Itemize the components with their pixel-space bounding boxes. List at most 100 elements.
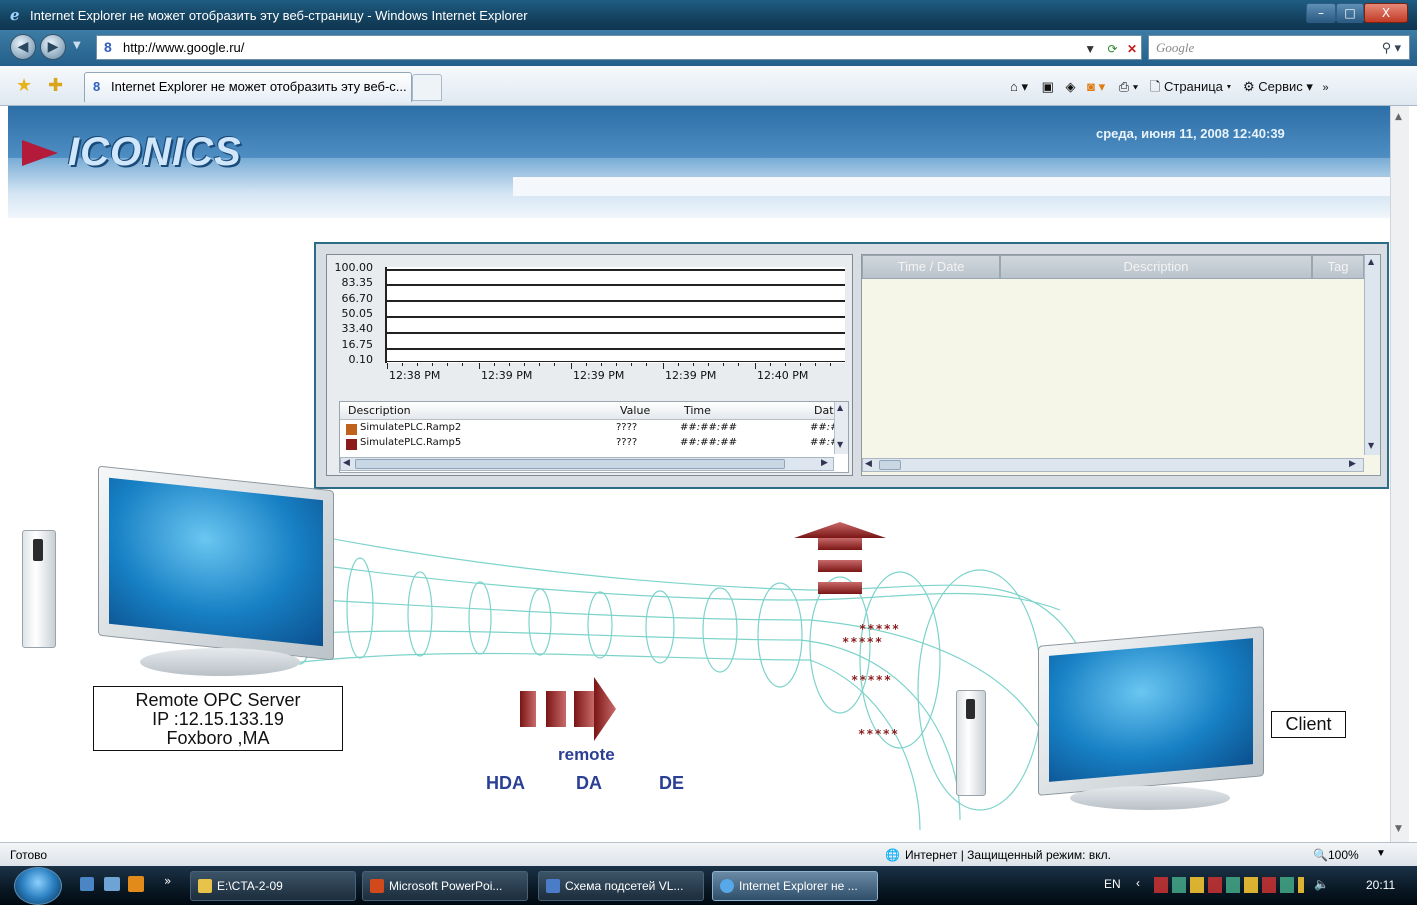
- protocol-da: DA: [576, 773, 602, 793]
- history-dropdown-icon[interactable]: ▼: [73, 40, 81, 51]
- document-icon: [546, 879, 560, 893]
- address-input[interactable]: 8 http://www.google.ru/ ▼ ⟳ ✕: [96, 35, 1142, 60]
- scroll-down-icon[interactable]: ▼: [1395, 824, 1402, 834]
- tray-icons[interactable]: [1154, 877, 1304, 893]
- page-scrollbar[interactable]: ▲ ▼: [1390, 106, 1409, 842]
- favorites-star-icon[interactable]: ★: [16, 75, 32, 96]
- address-dropdown-icon[interactable]: ▼: [1084, 42, 1096, 56]
- x-tick-mark: [447, 363, 448, 366]
- x-tick-mark: [830, 363, 831, 366]
- scroll-right-icon[interactable]: ▶: [1349, 459, 1356, 469]
- table-row[interactable]: SimulatePLC.Ramp5 ???? ##:##:## ##:##: [340, 436, 847, 451]
- search-icon[interactable]: ⚲ ▾: [1382, 36, 1401, 59]
- scroll-up-icon[interactable]: ▲: [837, 403, 843, 412]
- maximize-button[interactable]: □: [1336, 3, 1364, 23]
- x-tick-mark: [417, 363, 418, 366]
- language-indicator[interactable]: EN: [1104, 877, 1121, 891]
- scroll-right-icon[interactable]: ▶: [821, 458, 828, 468]
- alarm-vscrollbar[interactable]: ▲ ▼: [1364, 255, 1380, 455]
- scroll-down-icon[interactable]: ▼: [1368, 441, 1374, 450]
- col-alarm-description[interactable]: Description: [1000, 255, 1312, 279]
- refresh-icon[interactable]: ⟳: [1108, 42, 1118, 56]
- x-tick-label: 12:40 PM: [757, 369, 809, 382]
- scroll-up-icon[interactable]: ▲: [1395, 112, 1402, 122]
- power-button-icon: [966, 699, 975, 719]
- tab-label: Internet Explorer не может отобразить эт…: [111, 79, 407, 94]
- tray-expand-icon[interactable]: ‹: [1136, 876, 1140, 890]
- quicklaunch-more-icon[interactable]: »: [164, 874, 171, 888]
- start-button[interactable]: [14, 867, 62, 905]
- alarm-hscrollbar[interactable]: ◀ ▶: [862, 458, 1364, 472]
- y-tick-label: 83.35: [341, 276, 374, 290]
- google-favicon-icon: 8: [93, 79, 101, 94]
- pen-color-swatch: [346, 424, 357, 435]
- home-icon[interactable]: ⌂ ▾: [1010, 79, 1028, 94]
- folder-icon: [198, 879, 212, 893]
- x-tick-mark: [601, 363, 602, 366]
- data-marker: *****: [851, 673, 893, 687]
- page-menu[interactable]: Страница: [1164, 79, 1223, 94]
- trend-plot[interactable]: [385, 267, 845, 363]
- kaspersky-icon[interactable]: ▣: [1042, 79, 1054, 94]
- taskbar-button-folder[interactable]: E:\CTA-2-09: [190, 871, 356, 901]
- minimize-button[interactable]: –: [1306, 3, 1336, 23]
- feeds-icon[interactable]: ◙ ▾: [1087, 79, 1105, 94]
- ie-icon: [720, 879, 734, 893]
- volume-icon[interactable]: 🔈: [1314, 877, 1329, 891]
- scroll-left-icon[interactable]: ◀: [865, 459, 872, 469]
- zoom-level[interactable]: 100%: [1328, 848, 1359, 862]
- x-tick-mark: [646, 363, 647, 366]
- table-hscrollbar[interactable]: ◀ ▶: [340, 457, 834, 471]
- scroll-up-icon[interactable]: ▲: [1368, 257, 1374, 266]
- scroll-down-icon[interactable]: ▼: [837, 440, 843, 449]
- x-tick-mark: [800, 363, 801, 366]
- y-tick-label: 66.70: [341, 291, 374, 305]
- taskbar-button-ie[interactable]: Internet Explorer не ...: [712, 871, 878, 901]
- col-time-date[interactable]: Time / Date: [862, 255, 1000, 279]
- close-button[interactable]: X: [1364, 3, 1408, 23]
- data-marker: *****: [858, 727, 900, 741]
- google-favicon-icon: 8: [104, 39, 112, 55]
- scroll-thumb[interactable]: [355, 459, 785, 469]
- forward-button[interactable]: ▶: [40, 34, 66, 60]
- table-row[interactable]: SimulatePLC.Ramp2 ???? ##:##:## ##:##: [340, 421, 847, 436]
- taskbar-button-powerpoint[interactable]: Microsoft PowerPoi...: [362, 871, 528, 901]
- col-description[interactable]: Description: [348, 404, 411, 417]
- scroll-left-icon[interactable]: ◀: [343, 458, 350, 468]
- service-menu[interactable]: Сервис: [1258, 79, 1303, 94]
- x-tick-mark: [708, 363, 709, 366]
- col-value[interactable]: Value: [620, 404, 650, 417]
- tab-current[interactable]: 8 Internet Explorer не может отобразить …: [84, 72, 412, 102]
- iconics-logo: ICONICS: [68, 130, 242, 174]
- server-monitor-stand: [140, 648, 300, 676]
- data-marker: *****: [859, 622, 901, 636]
- protocol-hda: HDA: [486, 773, 525, 793]
- print-icon[interactable]: ⎙ ▾: [1119, 79, 1138, 94]
- search-input[interactable]: Google ⚲ ▾: [1148, 35, 1410, 60]
- switch-windows-icon[interactable]: [104, 877, 120, 891]
- show-desktop-icon[interactable]: [80, 877, 94, 891]
- x-tick-mark: [815, 363, 816, 366]
- clock[interactable]: 20:11: [1366, 878, 1395, 892]
- add-favorites-icon[interactable]: ✚: [48, 75, 63, 96]
- taskbar-button-visio[interactable]: Схема подсетей VL...: [538, 871, 704, 901]
- remote-label: remote: [558, 745, 615, 764]
- table-vscrollbar[interactable]: ▲ ▼: [834, 402, 848, 454]
- new-tab-button[interactable]: [412, 74, 442, 101]
- zoom-dropdown-icon[interactable]: ▼: [1376, 848, 1386, 859]
- stop-icon[interactable]: ✕: [1127, 42, 1137, 56]
- chevron-more-icon[interactable]: »: [1323, 82, 1329, 94]
- media-player-icon[interactable]: [128, 876, 144, 892]
- x-tick-mark: [479, 363, 480, 369]
- powerpoint-icon: [370, 879, 384, 893]
- protocol-de: DE: [659, 773, 685, 793]
- x-tick-label: 12:38 PM: [389, 369, 441, 382]
- addon-icon[interactable]: ◈: [1066, 79, 1076, 94]
- col-time[interactable]: Time: [684, 404, 711, 417]
- col-tag[interactable]: Tag: [1312, 255, 1364, 279]
- scroll-thumb[interactable]: [879, 460, 901, 470]
- back-button[interactable]: ◀: [10, 34, 36, 60]
- address-url: http://www.google.ru/: [123, 40, 245, 55]
- x-tick-label: 12:39 PM: [665, 369, 717, 382]
- security-zone[interactable]: Интернет | Защищенный режим: вкл.: [905, 848, 1111, 862]
